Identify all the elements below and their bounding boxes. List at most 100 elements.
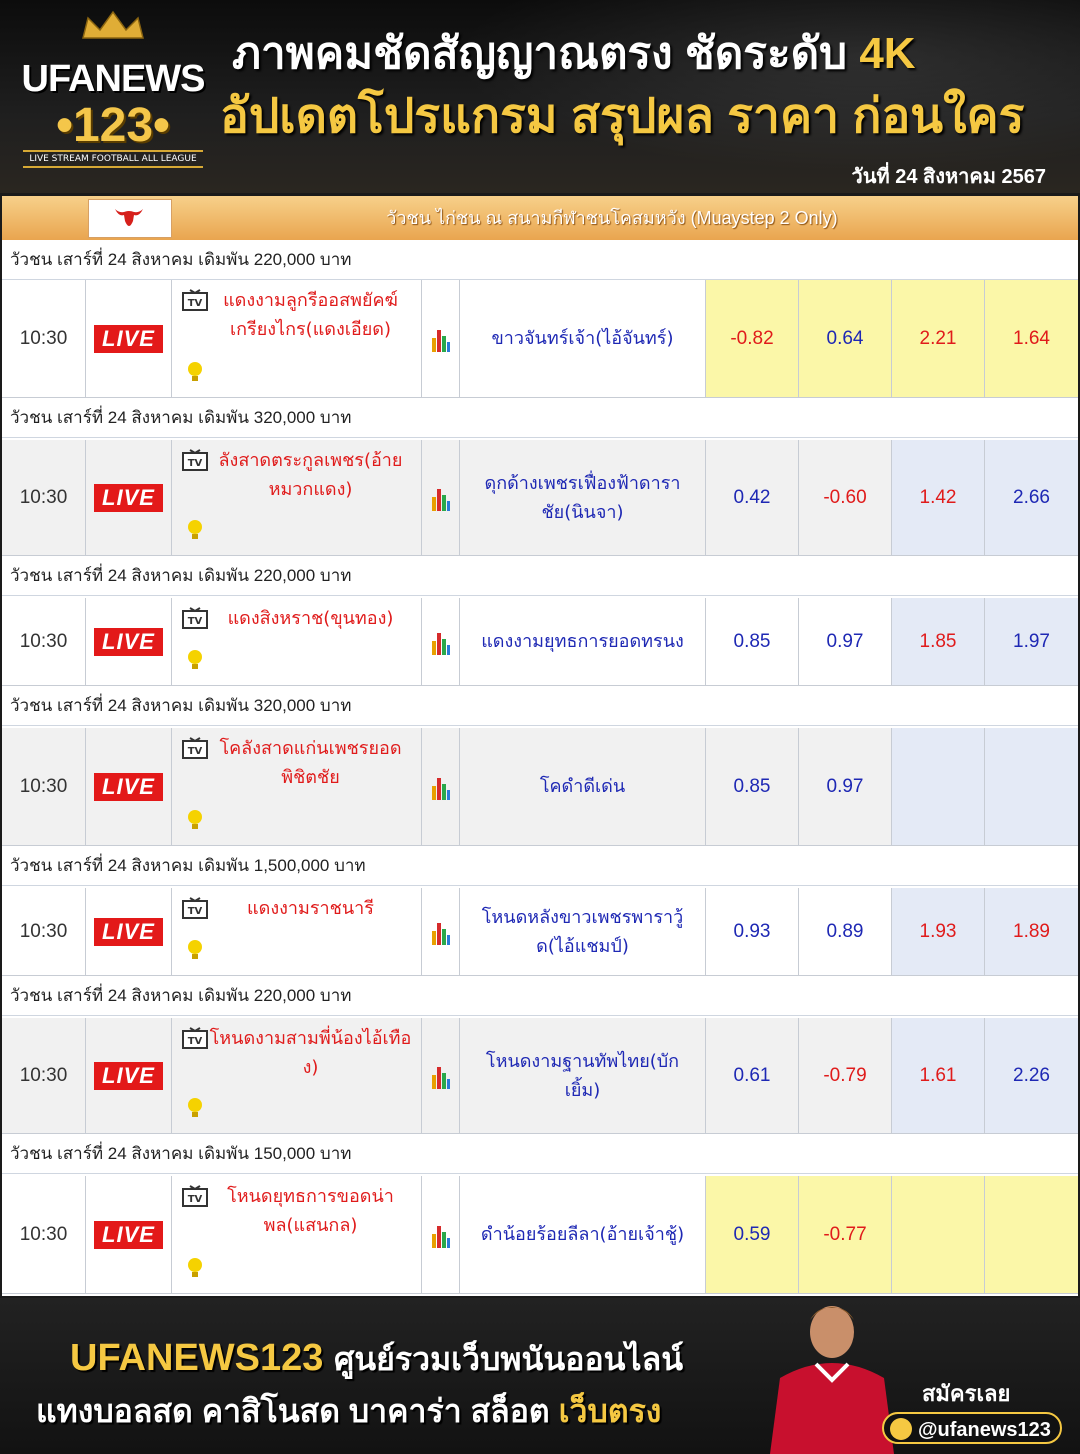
live-badge[interactable]: LIVE bbox=[94, 1220, 163, 1249]
svg-text:TV: TV bbox=[188, 298, 203, 309]
stats-icon[interactable] bbox=[422, 728, 460, 845]
line-contact-button[interactable]: @ufanews123 bbox=[882, 1412, 1062, 1444]
site-logo[interactable]: UFANEWS •123• LIVE STREAM FOOTBALL ALL L… bbox=[18, 10, 208, 185]
footer-tagline: UFANEWS123 ศูนย์รวมเว็บพนันออนไลน์ bbox=[70, 1337, 684, 1379]
live-button[interactable]: LIVE bbox=[86, 598, 172, 685]
odds-price-away[interactable] bbox=[985, 728, 1078, 845]
odds-price-away[interactable]: 1.89 bbox=[985, 888, 1078, 975]
match-row[interactable]: 10:30 LIVE TV ลังสาดตระกูลเพชร(อ้ายหมวกแดง)… bbox=[2, 440, 1078, 556]
odds-handicap-away[interactable]: -0.60 bbox=[799, 440, 892, 555]
live-badge[interactable]: LIVE bbox=[94, 324, 163, 353]
home-team: TV โหนดงามสามพี่น้องไอ้เทือง) bbox=[172, 1018, 422, 1133]
line-icon bbox=[890, 1418, 912, 1440]
register-label[interactable]: สมัครเลย bbox=[922, 1376, 1010, 1411]
match-row[interactable]: 10:30 LIVE TV แดงสิงหราช(ขุนทอง) แดงงามยุทธก… bbox=[2, 598, 1078, 686]
match-row[interactable]: 10:30 LIVE TV โหนดงามสามพี่น้องไอ้เทือง) โหน… bbox=[2, 1018, 1078, 1134]
stats-icon[interactable] bbox=[422, 888, 460, 975]
live-button[interactable]: LIVE bbox=[86, 1176, 172, 1293]
odds-handicap-away[interactable]: 0.97 bbox=[799, 598, 892, 685]
tv-icon[interactable]: TV bbox=[182, 1185, 208, 1211]
odds-price-away[interactable] bbox=[985, 1176, 1078, 1293]
group-header: วัวชน เสาร์ที่ 24 สิงหาคม เดิมพัน 220,00… bbox=[2, 976, 1078, 1016]
tv-icon[interactable]: TV bbox=[182, 737, 208, 763]
group-header: วัวชน เสาร์ที่ 24 สิงหาคม เดิมพัน 220,00… bbox=[2, 556, 1078, 596]
odds-handicap-home[interactable]: 0.85 bbox=[706, 598, 799, 685]
away-team-name: แดงงามยุทธการยอดทรนง bbox=[460, 598, 706, 685]
tv-icon[interactable]: TV bbox=[182, 289, 208, 315]
footer-banner: UFANEWS123 ศูนย์รวมเว็บพนันออนไลน์ แทงบอ… bbox=[0, 1298, 1080, 1454]
svg-text:TV: TV bbox=[188, 458, 203, 469]
odds-price-away[interactable]: 2.26 bbox=[985, 1018, 1078, 1133]
footer-brand: UFANEWS123 bbox=[70, 1337, 324, 1379]
live-button[interactable]: LIVE bbox=[86, 280, 172, 397]
away-team-name: ดำน้อยร้อยลีลา(อ้ายเจ้าชู้) bbox=[460, 1176, 706, 1293]
odds-handicap-home[interactable]: 0.61 bbox=[706, 1018, 799, 1133]
odds-handicap-away[interactable]: 0.89 bbox=[799, 888, 892, 975]
odds-handicap-home[interactable]: 0.42 bbox=[706, 440, 799, 555]
match-time: 10:30 bbox=[2, 598, 86, 685]
odds-price-away[interactable]: 1.97 bbox=[985, 598, 1078, 685]
tv-icon[interactable]: TV bbox=[182, 607, 208, 633]
odds-price-home[interactable]: 1.42 bbox=[892, 440, 985, 555]
headline-2: อัปเดตโปรแกรม สรุปผล ราคา ก่อนใคร bbox=[220, 90, 1025, 143]
live-button[interactable]: LIVE bbox=[86, 728, 172, 845]
header-date: วันที่ 24 สิงหาคม 2567 bbox=[851, 166, 1046, 188]
tv-icon[interactable]: TV bbox=[182, 897, 208, 923]
stats-icon[interactable] bbox=[422, 280, 460, 397]
home-team-name: แดงสิงหราช(ขุนทอง) bbox=[227, 608, 394, 629]
live-badge[interactable]: LIVE bbox=[94, 917, 163, 946]
svg-text:TV: TV bbox=[188, 746, 203, 757]
stats-icon[interactable] bbox=[422, 440, 460, 555]
match-row[interactable]: 10:30 LIVE TV แดงงามลูกรีออสพยัคฆ์เกรียงไกร… bbox=[2, 280, 1078, 398]
tv-icon[interactable]: TV bbox=[182, 449, 208, 475]
live-badge[interactable]: LIVE bbox=[94, 483, 163, 512]
match-row[interactable]: 10:30 LIVE TV แดงงามราชนารี โหนดหลังขาวเพชรพ… bbox=[2, 888, 1078, 976]
live-badge[interactable]: LIVE bbox=[94, 772, 163, 801]
odds-handicap-away[interactable]: 0.64 bbox=[799, 280, 892, 397]
odds-price-away[interactable]: 2.66 bbox=[985, 440, 1078, 555]
odds-price-home[interactable]: 2.21 bbox=[892, 280, 985, 397]
live-button[interactable]: LIVE bbox=[86, 440, 172, 555]
odds-handicap-away[interactable]: -0.77 bbox=[799, 1176, 892, 1293]
odds-price-home[interactable] bbox=[892, 1176, 985, 1293]
home-team: TV แดงสิงหราช(ขุนทอง) bbox=[172, 598, 422, 685]
away-team-name: ดุกด้างเพชรเฟื่องฟ้าดาราชัย(นินจา) bbox=[460, 440, 706, 555]
odds-handicap-away[interactable]: 0.97 bbox=[799, 728, 892, 845]
odds-handicap-home[interactable]: 0.85 bbox=[706, 728, 799, 845]
bulb-icon bbox=[186, 1097, 204, 1123]
bulb-icon bbox=[186, 1257, 204, 1283]
match-row[interactable]: 10:30 LIVE TV โคลังสาดแก่นเพชรยอดพิชิตชัย โค… bbox=[2, 728, 1078, 846]
match-time: 10:30 bbox=[2, 280, 86, 397]
odds-price-home[interactable] bbox=[892, 728, 985, 845]
odds-price-home[interactable]: 1.85 bbox=[892, 598, 985, 685]
stats-icon[interactable] bbox=[422, 598, 460, 685]
live-badge[interactable]: LIVE bbox=[94, 627, 163, 656]
logo-subtitle: LIVE STREAM FOOTBALL ALL LEAGUE bbox=[23, 150, 203, 168]
home-team: TV ลังสาดตระกูลเพชร(อ้ายหมวกแดง) bbox=[172, 440, 422, 555]
live-button[interactable]: LIVE bbox=[86, 888, 172, 975]
live-badge[interactable]: LIVE bbox=[94, 1061, 163, 1090]
odds-handicap-home[interactable]: 0.93 bbox=[706, 888, 799, 975]
tv-icon[interactable]: TV bbox=[182, 1027, 208, 1053]
match-time: 10:30 bbox=[2, 728, 86, 845]
odds-price-away[interactable]: 1.64 bbox=[985, 280, 1078, 397]
stats-icon[interactable] bbox=[422, 1018, 460, 1133]
live-button[interactable]: LIVE bbox=[86, 1018, 172, 1133]
bulb-icon bbox=[186, 361, 204, 387]
group-header: วัวชน เสาร์ที่ 24 สิงหาคม เดิมพัน 220,00… bbox=[2, 240, 1078, 280]
headline-accent: 4K bbox=[859, 29, 916, 78]
bulb-icon bbox=[186, 519, 204, 545]
match-row[interactable]: 10:30 LIVE TV โหนดยุทธการขอดน่าพล(แสนกล) ดำน… bbox=[2, 1176, 1078, 1294]
group-header: วัวชน เสาร์ที่ 24 สิงหาคม เดิมพัน 320,00… bbox=[2, 398, 1078, 438]
stats-icon[interactable] bbox=[422, 1176, 460, 1293]
bulb-icon bbox=[186, 809, 204, 835]
league-title: วัวชน ไก่ชน ณ สนามกีฬาชนโคสมหวัง (Muayst… bbox=[386, 208, 838, 228]
odds-price-home[interactable]: 1.61 bbox=[892, 1018, 985, 1133]
odds-handicap-away[interactable]: -0.79 bbox=[799, 1018, 892, 1133]
odds-price-home[interactable]: 1.93 bbox=[892, 888, 985, 975]
home-team: TV แดงงามราชนารี bbox=[172, 888, 422, 975]
odds-handicap-home[interactable]: 0.59 bbox=[706, 1176, 799, 1293]
odds-handicap-home[interactable]: -0.82 bbox=[706, 280, 799, 397]
match-time: 10:30 bbox=[2, 888, 86, 975]
away-team-name: โหนดงามฐานทัพไทย(บักเยิ้ม) bbox=[460, 1018, 706, 1133]
